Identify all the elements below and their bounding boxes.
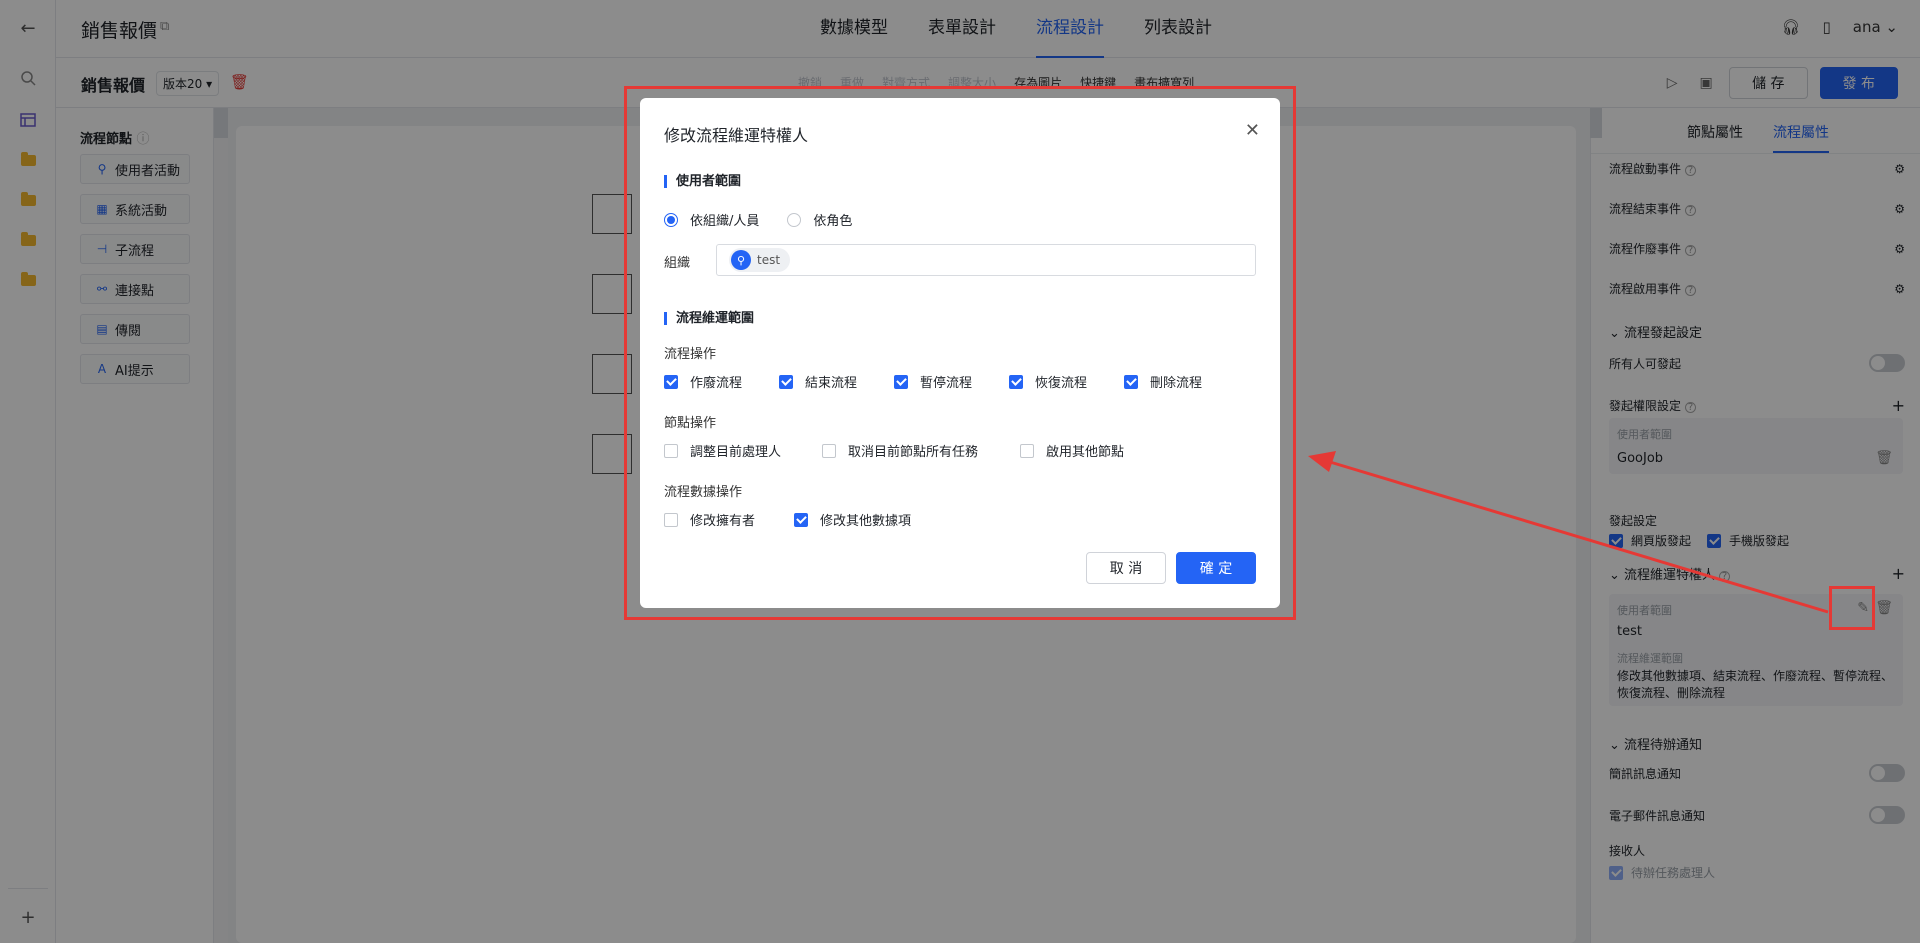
annotation-highlight-box [1829,586,1875,630]
annotation-highlight-box [624,86,1296,620]
